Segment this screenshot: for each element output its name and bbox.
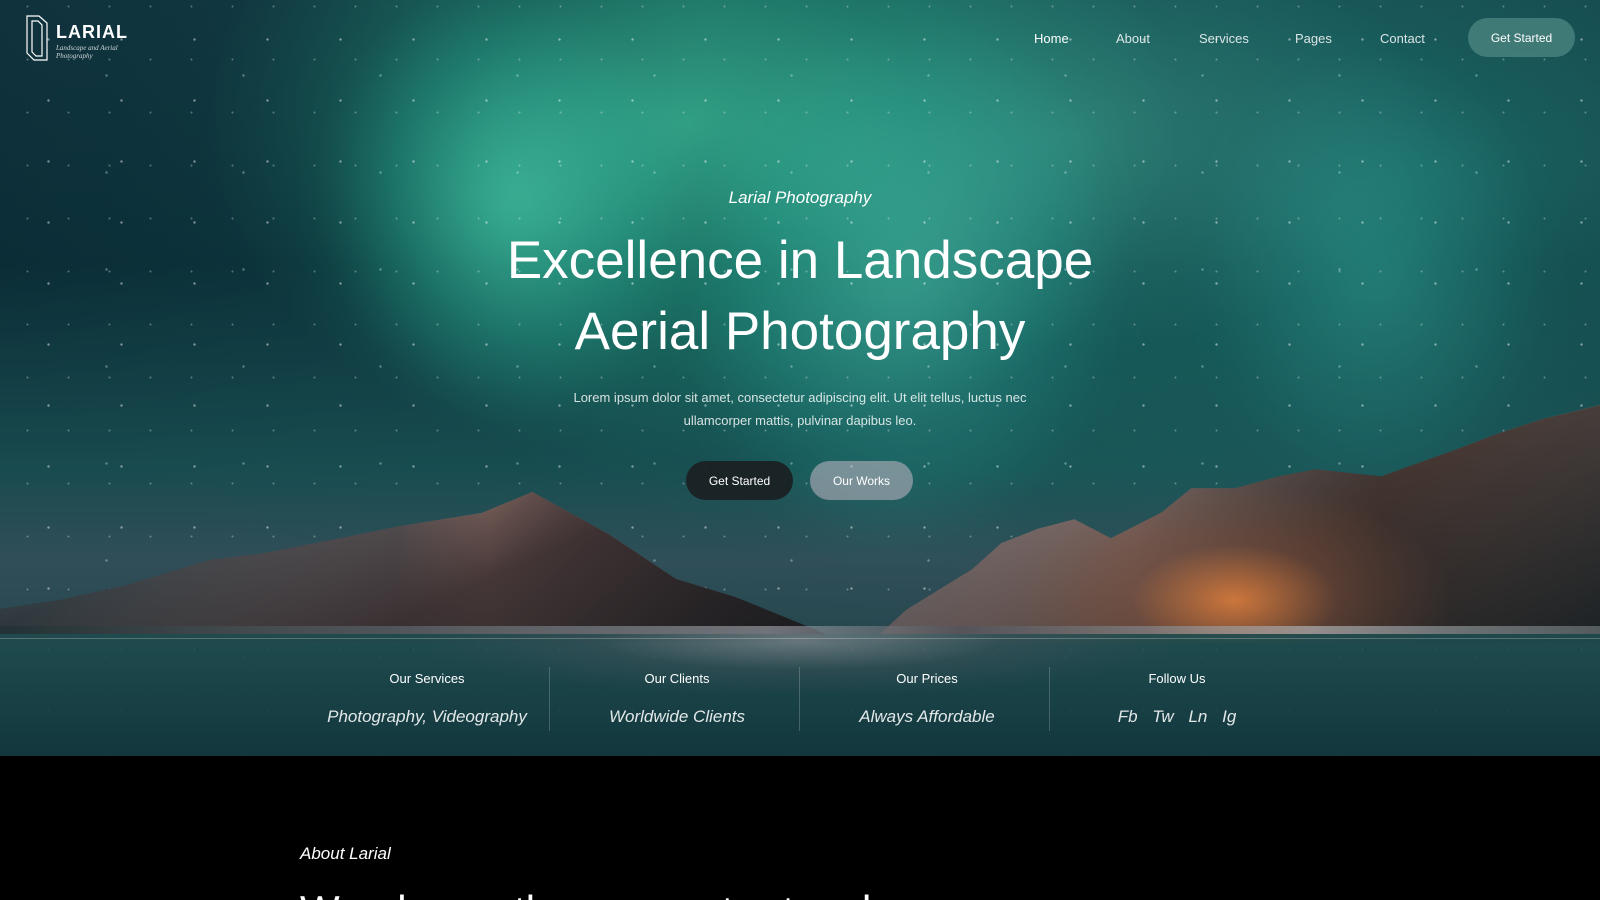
- highlight-value: Worldwide Clients: [608, 707, 746, 726]
- hero-our-works-button[interactable]: Our Works: [810, 461, 913, 500]
- brand-tagline: Landscape and Aerial Photography: [56, 44, 118, 60]
- hero-highlights: Our Services Photography, Videography Ou…: [302, 663, 1302, 733]
- landing-page: LARIAL Landscape and Aerial Photography …: [0, 0, 1600, 900]
- highlight-prices: Our Prices Always Affordable: [802, 663, 1052, 733]
- highlight-label: Our Clients: [644, 671, 710, 686]
- highlight-label: Our Services: [389, 671, 465, 686]
- highlight-divider: [549, 667, 550, 731]
- nav-item-about[interactable]: About: [1116, 29, 1150, 49]
- nav-item-services[interactable]: Services: [1199, 29, 1249, 49]
- shoreline-snow: [0, 626, 1600, 634]
- water-horizon-line: [0, 638, 1600, 639]
- highlight-follow-us: Follow Us Fb Tw Ln Ig: [1052, 663, 1302, 733]
- follow-us-label: Follow Us: [1148, 671, 1206, 686]
- hero-title-line-2: Aerial Photography: [574, 302, 1026, 361]
- nav-item-contact[interactable]: Contact: [1380, 29, 1425, 49]
- social-link-linkedin[interactable]: Ln: [1188, 707, 1207, 726]
- nav-item-home[interactable]: Home: [1034, 29, 1069, 49]
- social-link-facebook[interactable]: Fb: [1118, 707, 1138, 726]
- highlight-value: Always Affordable: [859, 707, 995, 726]
- nav-item-pages[interactable]: Pages: [1295, 29, 1332, 49]
- social-links: Fb Tw Ln Ig: [1052, 706, 1302, 727]
- hero-title: Excellence in Landscape Aerial Photograp…: [420, 225, 1180, 367]
- header-get-started-button[interactable]: Get Started: [1468, 18, 1575, 57]
- social-link-twitter[interactable]: Tw: [1152, 707, 1173, 726]
- hero-section: LARIAL Landscape and Aerial Photography …: [0, 0, 1600, 756]
- highlight-services: Our Services Photography, Videography: [302, 663, 552, 733]
- hero-eyebrow: Larial Photography: [728, 188, 872, 207]
- hero-get-started-button[interactable]: Get Started: [686, 461, 793, 500]
- highlight-label: Our Prices: [896, 671, 958, 686]
- highlight-clients: Our Clients Worldwide Clients: [552, 663, 802, 733]
- highlight-divider: [1049, 667, 1050, 731]
- hero-title-line-1: Excellence in Landscape: [506, 231, 1094, 290]
- highlight-divider: [799, 667, 800, 731]
- about-heading-partial: We always the encounter touch: [300, 883, 1000, 900]
- social-link-instagram[interactable]: Ig: [1222, 707, 1236, 726]
- brand-name: LARIAL: [56, 22, 128, 42]
- brand-logo-link[interactable]: LARIAL Landscape and Aerial Photography: [25, 14, 135, 64]
- aurora-glow-right: [1210, 55, 1540, 485]
- highlight-value: Photography, Videography: [327, 707, 527, 726]
- photo-frame-logo-icon: [26, 15, 48, 61]
- about-kicker: About Larial: [300, 844, 391, 863]
- hero-description: Lorem ipsum dolor sit amet, consectetur …: [573, 390, 1027, 428]
